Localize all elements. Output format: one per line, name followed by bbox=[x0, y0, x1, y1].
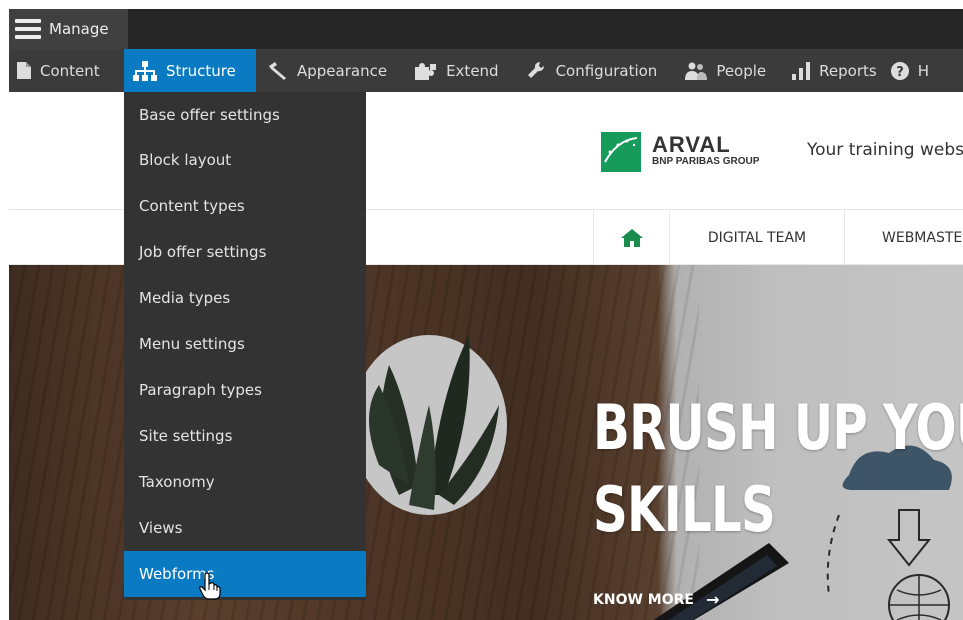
help-icon: ? bbox=[890, 61, 909, 80]
admin-toolbar-top: Manage bbox=[9, 9, 963, 49]
admin-toolbar-tray: Content Structure Appearance Extend Conf… bbox=[9, 49, 963, 92]
tray-item-structure[interactable]: Structure bbox=[124, 49, 256, 92]
hero-title-line-2: SKILLS bbox=[593, 473, 776, 546]
logo-name: ARVAL bbox=[652, 132, 731, 157]
tray-item-appearance[interactable]: Appearance bbox=[256, 49, 401, 92]
paintbrush-icon bbox=[269, 61, 286, 80]
nav-home[interactable] bbox=[593, 210, 670, 265]
browser-viewport: Manage Content Structure Appearance Exte… bbox=[9, 9, 963, 620]
nav-digital-team[interactable]: DIGITAL TEAM bbox=[670, 210, 845, 265]
hand-cursor-icon bbox=[199, 572, 221, 600]
puzzle-icon bbox=[415, 62, 437, 80]
people-icon bbox=[685, 62, 708, 80]
svg-text:?: ? bbox=[896, 65, 904, 80]
stars-logo-icon bbox=[601, 132, 641, 172]
hamburger-icon bbox=[15, 19, 41, 39]
menu-item-job-offer-settings[interactable]: Job offer settings bbox=[124, 229, 366, 275]
tray-item-reports[interactable]: Reports bbox=[780, 49, 891, 92]
tray-item-label: Extend bbox=[446, 61, 499, 80]
menu-item-block-layout[interactable]: Block layout bbox=[124, 137, 366, 183]
bar-chart-icon bbox=[792, 61, 811, 80]
tray-item-content[interactable]: Content bbox=[9, 49, 124, 92]
tray-item-help[interactable]: ? H bbox=[890, 49, 929, 92]
menu-item-base-offer-settings[interactable]: Base offer settings bbox=[124, 92, 366, 137]
tray-item-label: Content bbox=[40, 61, 100, 80]
menu-item-media-types[interactable]: Media types bbox=[124, 275, 366, 321]
menu-item-views[interactable]: Views bbox=[124, 505, 366, 551]
structure-dropdown-menu: Base offer settings Block layout Content… bbox=[124, 92, 366, 600]
menu-item-content-types[interactable]: Content types bbox=[124, 183, 366, 229]
arval-logo-mark[interactable] bbox=[601, 132, 641, 172]
menu-item-taxonomy[interactable]: Taxonomy bbox=[124, 459, 366, 505]
tray-item-label: Structure bbox=[166, 61, 236, 80]
manage-label: Manage bbox=[49, 20, 109, 38]
menu-item-site-settings[interactable]: Site settings bbox=[124, 413, 366, 459]
know-more-link[interactable]: KNOW MORE → bbox=[593, 590, 719, 609]
site-tagline: Your training webs bbox=[807, 140, 963, 160]
wrench-icon bbox=[527, 61, 544, 78]
logo-group: BNP PARIBAS GROUP bbox=[652, 156, 760, 167]
hero-title: BRUSH UP YOUR SKILLS bbox=[593, 387, 963, 551]
tray-item-label: H bbox=[917, 61, 929, 80]
arval-logo-text[interactable]: ARVAL BNP PARIBAS GROUP bbox=[652, 134, 759, 168]
sitemap-icon bbox=[133, 60, 157, 81]
tray-item-label: Configuration bbox=[555, 61, 658, 80]
home-icon bbox=[620, 228, 643, 247]
tray-item-label: People bbox=[716, 61, 767, 80]
hero-title-line-1: BRUSH UP YOUR bbox=[593, 391, 963, 464]
file-icon bbox=[17, 62, 31, 79]
menu-item-webforms[interactable]: Webforms bbox=[124, 551, 366, 597]
menu-item-paragraph-types[interactable]: Paragraph types bbox=[124, 367, 366, 413]
know-more-label: KNOW MORE bbox=[593, 591, 694, 608]
tray-item-extend[interactable]: Extend bbox=[401, 49, 513, 92]
tray-item-label: Reports bbox=[819, 61, 877, 80]
tray-item-label: Appearance bbox=[297, 61, 388, 80]
manage-toggle[interactable]: Manage bbox=[9, 9, 128, 49]
tray-item-configuration[interactable]: Configuration bbox=[513, 49, 672, 92]
arrow-right-icon: → bbox=[705, 590, 720, 609]
tray-item-people[interactable]: People bbox=[671, 49, 780, 92]
nav-webmaster[interactable]: WEBMASTEI bbox=[882, 210, 963, 265]
menu-item-menu-settings[interactable]: Menu settings bbox=[124, 321, 366, 367]
